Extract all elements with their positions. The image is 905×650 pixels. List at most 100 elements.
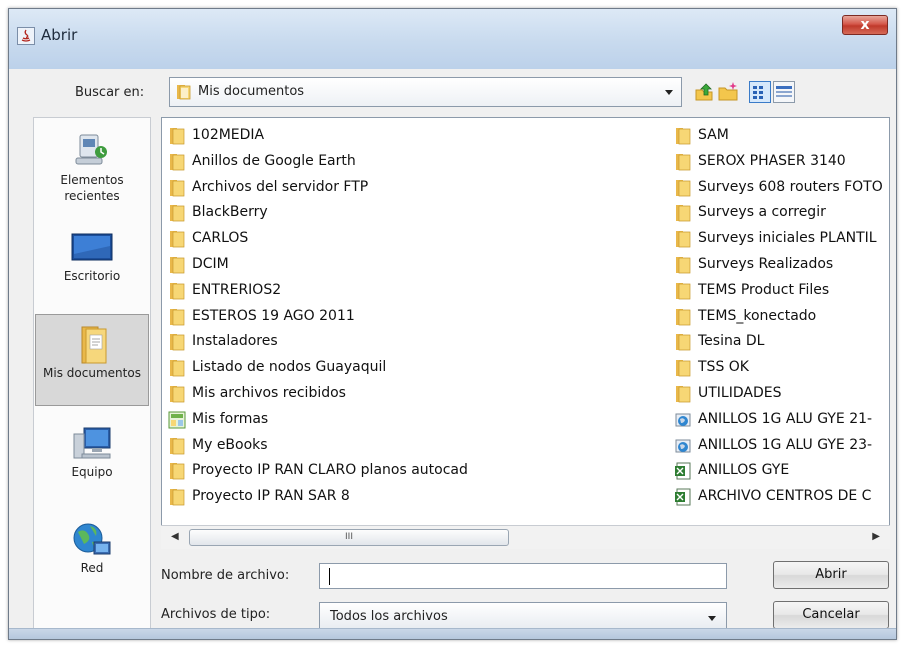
file-name: 102MEDIA	[192, 127, 265, 143]
file-item[interactable]: My eBooks	[168, 434, 668, 460]
file-name: Surveys a corregir	[698, 204, 826, 221]
folder-icon	[168, 282, 186, 300]
look-in-value: Mis documentos	[198, 84, 305, 99]
place-desktop[interactable]: Escritorio	[34, 218, 150, 310]
file-item[interactable]: Listado de nodos Guayaquil	[168, 356, 668, 382]
folder-icon	[168, 256, 186, 274]
filename-input[interactable]	[319, 563, 727, 589]
file-item[interactable]: DCIM	[168, 253, 668, 279]
desktop-icon	[71, 233, 113, 261]
place-label: Mis documentos	[43, 366, 141, 380]
file-item[interactable]: Anillos de Google Earth	[168, 150, 668, 176]
chevron-down-icon[interactable]	[665, 90, 673, 95]
file-name: Surveys 608 routers FOTO	[698, 178, 883, 195]
kml-file-icon	[674, 411, 692, 429]
file-item[interactable]: TSS OK	[674, 356, 889, 382]
file-item[interactable]: Instaladores	[168, 330, 668, 356]
file-name: ARCHIVO CENTROS DE C	[698, 488, 872, 505]
file-name: Tesina DL	[698, 333, 765, 350]
form-icon	[168, 411, 186, 429]
place-computer[interactable]: Equipo	[34, 414, 150, 506]
window-title: Abrir	[41, 26, 78, 44]
folder-icon	[168, 462, 186, 480]
file-name: Proyecto IP RAN SAR 8	[192, 488, 350, 505]
file-name: My eBooks	[192, 436, 268, 453]
file-item[interactable]: CARLOS	[168, 227, 668, 253]
folder-icon	[674, 127, 692, 145]
new-folder-button[interactable]	[717, 81, 739, 103]
file-item[interactable]: ANILLOS GYE	[674, 459, 889, 485]
file-item[interactable]: Proyecto IP RAN SAR 8	[168, 485, 668, 511]
cancel-button[interactable]: Cancelar	[773, 601, 889, 629]
new-folder-icon	[718, 82, 738, 101]
place-label: Red	[80, 561, 104, 575]
file-name: SEROX PHASER 3140	[698, 152, 846, 169]
list-view-icon	[753, 86, 763, 99]
file-item[interactable]: Proyecto IP RAN CLARO planos autocad	[168, 459, 668, 485]
folder-icon	[674, 256, 692, 274]
open-file-dialog: Abrir x Buscar en: Mis documentos Elemen…	[8, 8, 897, 640]
file-item[interactable]: SEROX PHASER 3140	[674, 150, 889, 176]
file-name: Surveys Realizados	[698, 255, 834, 272]
file-item[interactable]: Archivos del servidor FTP	[168, 176, 668, 202]
file-name: ANILLOS 1G ALU GYE 23-	[698, 436, 873, 453]
filetype-combobox[interactable]: Todos los archivos	[319, 602, 727, 630]
scroll-right-arrow-icon[interactable]: ▶	[872, 531, 880, 542]
file-item[interactable]: Mis archivos recibidos	[168, 382, 668, 408]
details-view-button[interactable]	[773, 81, 795, 103]
dialog-body: Buscar en: Mis documentos Elementos reci…	[9, 69, 896, 639]
bottom-strip	[9, 628, 896, 639]
horizontal-scrollbar[interactable]: ◀ III ▶	[161, 525, 890, 549]
file-name: Listado de nodos Guayaquil	[192, 359, 387, 376]
folder-icon	[674, 179, 692, 197]
file-name: Proyecto IP RAN CLARO planos autocad	[192, 462, 468, 479]
file-item[interactable]: ENTRERIOS2	[168, 279, 668, 305]
scroll-left-arrow-icon[interactable]: ◀	[171, 531, 179, 542]
file-item[interactable]: ANILLOS 1G ALU GYE 21-	[674, 408, 889, 434]
file-item[interactable]: Tesina DL	[674, 330, 889, 356]
place-label: Equipo	[71, 465, 113, 479]
file-name: Mis archivos recibidos	[192, 384, 346, 401]
look-in-combobox[interactable]: Mis documentos	[169, 77, 682, 107]
file-item[interactable]: Surveys iniciales PLANTIL	[674, 227, 889, 253]
excel-file-icon	[674, 488, 692, 506]
title-bar[interactable]: Abrir x	[9, 9, 896, 70]
file-item[interactable]: TEMS Product Files	[674, 279, 889, 305]
file-item[interactable]: ANILLOS 1G ALU GYE 23-	[674, 434, 889, 460]
file-item[interactable]: Surveys Realizados	[674, 253, 889, 279]
file-item[interactable]: Surveys a corregir	[674, 201, 889, 227]
file-name: UTILIDADES	[698, 384, 782, 401]
open-button[interactable]: Abrir	[773, 561, 889, 589]
place-label: Elementos recientes	[60, 173, 124, 203]
file-item[interactable]: Mis formas	[168, 408, 668, 434]
up-one-level-button[interactable]	[693, 81, 715, 103]
file-name: CARLOS	[192, 230, 249, 247]
file-list[interactable]: 102MEDIA Anillos de Google Earth Archivos …	[161, 117, 890, 549]
java-app-icon	[17, 27, 35, 45]
file-name: Instaladores	[192, 333, 278, 350]
close-button[interactable]: x	[842, 15, 888, 35]
file-item[interactable]: UTILIDADES	[674, 382, 889, 408]
folder-icon	[674, 308, 692, 326]
chevron-down-icon[interactable]	[708, 616, 716, 621]
file-name: Archivos del servidor FTP	[192, 178, 369, 195]
scrollbar-thumb[interactable]: III	[189, 529, 509, 546]
list-view-button[interactable]	[749, 81, 771, 103]
folder-icon	[168, 359, 186, 377]
file-column-2: SAM SEROX PHASER 3140 Surveys 608 routers …	[674, 124, 889, 511]
recent-items-icon	[75, 134, 107, 165]
file-item[interactable]: SAM	[674, 124, 889, 150]
file-item[interactable]: 102MEDIA	[168, 124, 668, 150]
file-name: DCIM	[192, 255, 229, 272]
folder-icon	[168, 127, 186, 145]
file-item[interactable]: Surveys 608 routers FOTO	[674, 176, 889, 202]
file-item[interactable]: BlackBerry	[168, 201, 668, 227]
file-item[interactable]: ARCHIVO CENTROS DE C	[674, 485, 889, 511]
place-my-documents[interactable]: Mis documentos	[35, 314, 149, 406]
file-item[interactable]: ESTEROS 19 AGO 2011	[168, 305, 668, 331]
folder-icon	[168, 488, 186, 506]
place-recent-items[interactable]: Elementos recientes	[34, 122, 150, 214]
file-item[interactable]: TEMS_konectado	[674, 305, 889, 331]
folder-icon	[168, 230, 186, 248]
place-network[interactable]: Red	[34, 510, 150, 602]
